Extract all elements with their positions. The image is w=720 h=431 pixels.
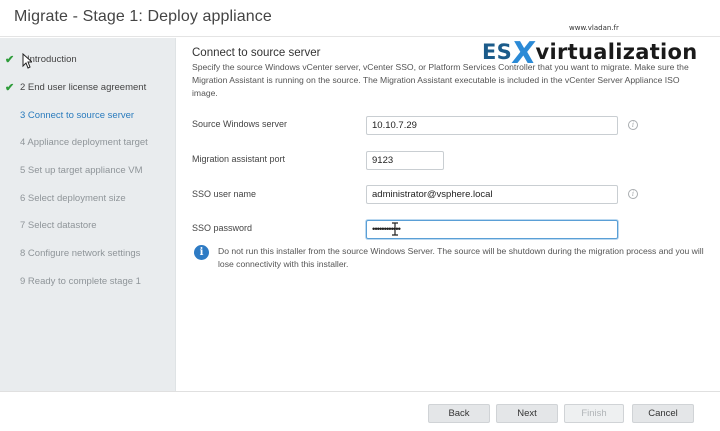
watermark-logo: www.vladan.fr ESXvirtualization xyxy=(482,24,702,71)
sso-password-input[interactable]: •••••••••••• xyxy=(366,220,618,239)
section-description: Specify the source Windows vCenter serve… xyxy=(192,62,689,98)
info-icon[interactable]: i xyxy=(628,120,638,130)
sso-password-label: SSO password xyxy=(192,223,253,233)
warning-note: Do not run this installer from the sourc… xyxy=(218,246,704,269)
step-label: 3 Connect to source server xyxy=(20,110,135,121)
checkmark-icon: ✔ xyxy=(5,54,15,66)
window-title: Migrate - Stage 1: Deploy appliance xyxy=(14,8,272,25)
mouse-pointer-icon xyxy=(22,53,32,69)
step-label: 5 Set up target appliance VM xyxy=(20,165,143,176)
finish-button[interactable]: Finish xyxy=(564,404,624,423)
assistant-port-label: Migration assistant port xyxy=(192,154,286,164)
step-datastore: 7 Select datastore xyxy=(0,215,176,237)
source-server-input[interactable]: 10.10.7.29 xyxy=(366,116,618,135)
step-deployment-target: 4 Appliance deployment target xyxy=(0,132,176,154)
step-label: 8 Configure network settings xyxy=(20,248,141,259)
sso-user-input[interactable]: administrator@vsphere.local xyxy=(366,185,618,204)
checkmark-icon: ✔ xyxy=(5,82,15,94)
text-cursor-icon xyxy=(392,222,398,236)
info-badge-icon: i xyxy=(194,245,209,260)
back-button[interactable]: Back xyxy=(428,404,490,423)
wizard-footer: Back Next Finish Cancel xyxy=(0,391,720,431)
step-eula[interactable]: ✔ 2 End user license agreement xyxy=(0,77,176,99)
step-label: 2 End user license agreement xyxy=(20,82,147,93)
step-label: 7 Select datastore xyxy=(20,220,97,231)
source-server-label: Source Windows server xyxy=(192,119,288,129)
step-network: 8 Configure network settings xyxy=(0,243,176,265)
info-icon[interactable]: i xyxy=(628,189,638,199)
wizard-steps-sidebar: ✔ Introduction ✔ 2 End user license agre… xyxy=(0,38,176,391)
step-deployment-size: 6 Select deployment size xyxy=(0,188,176,210)
cancel-button[interactable]: Cancel xyxy=(632,404,694,423)
step-label: 4 Appliance deployment target xyxy=(20,137,148,148)
section-title: Connect to source server xyxy=(192,47,321,59)
assistant-port-input[interactable]: 9123 xyxy=(366,151,444,170)
watermark-site: www.vladan.fr xyxy=(569,24,619,32)
step-label: Introduction xyxy=(27,54,77,65)
step-connect-source[interactable]: 3 Connect to source server xyxy=(0,105,176,127)
step-label: 9 Ready to complete stage 1 xyxy=(20,276,141,287)
step-ready: 9 Ready to complete stage 1 xyxy=(0,271,176,293)
sso-user-label: SSO user name xyxy=(192,189,257,199)
next-button[interactable]: Next xyxy=(496,404,558,423)
step-setup-vm: 5 Set up target appliance VM xyxy=(0,160,176,182)
step-label: 6 Select deployment size xyxy=(20,193,126,204)
